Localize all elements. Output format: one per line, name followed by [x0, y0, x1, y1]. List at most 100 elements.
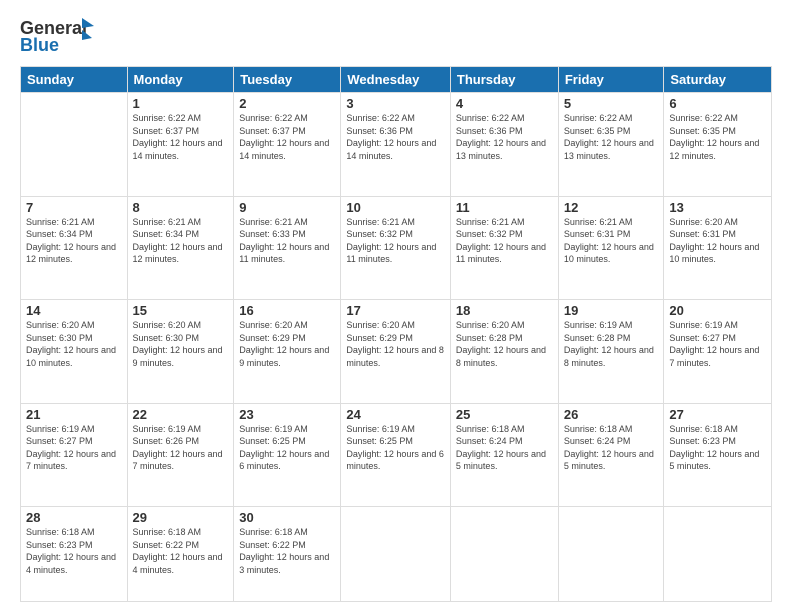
day-number: 28: [26, 510, 122, 525]
day-info: Sunrise: 6:18 AMSunset: 6:24 PMDaylight:…: [456, 423, 553, 473]
day-number: 18: [456, 303, 553, 318]
col-monday: Monday: [127, 67, 234, 93]
col-wednesday: Wednesday: [341, 67, 451, 93]
day-number: 12: [564, 200, 659, 215]
day-info: Sunrise: 6:22 AMSunset: 6:36 PMDaylight:…: [456, 112, 553, 162]
table-row: 8Sunrise: 6:21 AMSunset: 6:34 PMDaylight…: [127, 196, 234, 300]
table-row: 25Sunrise: 6:18 AMSunset: 6:24 PMDayligh…: [450, 403, 558, 507]
table-row: 5Sunrise: 6:22 AMSunset: 6:35 PMDaylight…: [558, 93, 664, 197]
day-info: Sunrise: 6:19 AMSunset: 6:27 PMDaylight:…: [669, 319, 766, 369]
table-row: 24Sunrise: 6:19 AMSunset: 6:25 PMDayligh…: [341, 403, 451, 507]
table-row: 28Sunrise: 6:18 AMSunset: 6:23 PMDayligh…: [21, 507, 128, 602]
table-row: 29Sunrise: 6:18 AMSunset: 6:22 PMDayligh…: [127, 507, 234, 602]
day-number: 27: [669, 407, 766, 422]
table-row: 2Sunrise: 6:22 AMSunset: 6:37 PMDaylight…: [234, 93, 341, 197]
week-row: 21Sunrise: 6:19 AMSunset: 6:27 PMDayligh…: [21, 403, 772, 507]
day-info: Sunrise: 6:20 AMSunset: 6:30 PMDaylight:…: [26, 319, 122, 369]
day-info: Sunrise: 6:20 AMSunset: 6:30 PMDaylight:…: [133, 319, 229, 369]
day-info: Sunrise: 6:22 AMSunset: 6:35 PMDaylight:…: [669, 112, 766, 162]
day-number: 4: [456, 96, 553, 111]
table-row: 16Sunrise: 6:20 AMSunset: 6:29 PMDayligh…: [234, 300, 341, 404]
day-number: 23: [239, 407, 335, 422]
day-info: Sunrise: 6:21 AMSunset: 6:34 PMDaylight:…: [133, 216, 229, 266]
week-row: 14Sunrise: 6:20 AMSunset: 6:30 PMDayligh…: [21, 300, 772, 404]
day-number: 29: [133, 510, 229, 525]
table-row: 21Sunrise: 6:19 AMSunset: 6:27 PMDayligh…: [21, 403, 128, 507]
day-number: 15: [133, 303, 229, 318]
day-number: 7: [26, 200, 122, 215]
table-row: [664, 507, 772, 602]
table-row: [450, 507, 558, 602]
week-row: 1Sunrise: 6:22 AMSunset: 6:37 PMDaylight…: [21, 93, 772, 197]
day-info: Sunrise: 6:22 AMSunset: 6:37 PMDaylight:…: [133, 112, 229, 162]
day-info: Sunrise: 6:18 AMSunset: 6:22 PMDaylight:…: [239, 526, 335, 576]
day-number: 8: [133, 200, 229, 215]
day-info: Sunrise: 6:20 AMSunset: 6:28 PMDaylight:…: [456, 319, 553, 369]
day-number: 17: [346, 303, 445, 318]
day-info: Sunrise: 6:18 AMSunset: 6:23 PMDaylight:…: [669, 423, 766, 473]
day-info: Sunrise: 6:22 AMSunset: 6:37 PMDaylight:…: [239, 112, 335, 162]
day-info: Sunrise: 6:19 AMSunset: 6:26 PMDaylight:…: [133, 423, 229, 473]
table-row: 15Sunrise: 6:20 AMSunset: 6:30 PMDayligh…: [127, 300, 234, 404]
day-number: 21: [26, 407, 122, 422]
table-row: 14Sunrise: 6:20 AMSunset: 6:30 PMDayligh…: [21, 300, 128, 404]
page: GeneralBlue Sunday Monday Tuesday Wednes…: [0, 0, 792, 612]
table-row: 20Sunrise: 6:19 AMSunset: 6:27 PMDayligh…: [664, 300, 772, 404]
table-row: 10Sunrise: 6:21 AMSunset: 6:32 PMDayligh…: [341, 196, 451, 300]
day-info: Sunrise: 6:22 AMSunset: 6:36 PMDaylight:…: [346, 112, 445, 162]
col-friday: Friday: [558, 67, 664, 93]
table-row: 1Sunrise: 6:22 AMSunset: 6:37 PMDaylight…: [127, 93, 234, 197]
day-number: 24: [346, 407, 445, 422]
table-row: 11Sunrise: 6:21 AMSunset: 6:32 PMDayligh…: [450, 196, 558, 300]
day-number: 9: [239, 200, 335, 215]
table-row: 30Sunrise: 6:18 AMSunset: 6:22 PMDayligh…: [234, 507, 341, 602]
day-number: 26: [564, 407, 659, 422]
day-info: Sunrise: 6:21 AMSunset: 6:33 PMDaylight:…: [239, 216, 335, 266]
day-info: Sunrise: 6:19 AMSunset: 6:28 PMDaylight:…: [564, 319, 659, 369]
table-row: 4Sunrise: 6:22 AMSunset: 6:36 PMDaylight…: [450, 93, 558, 197]
col-thursday: Thursday: [450, 67, 558, 93]
table-row: 3Sunrise: 6:22 AMSunset: 6:36 PMDaylight…: [341, 93, 451, 197]
table-row: 9Sunrise: 6:21 AMSunset: 6:33 PMDaylight…: [234, 196, 341, 300]
table-row: 26Sunrise: 6:18 AMSunset: 6:24 PMDayligh…: [558, 403, 664, 507]
day-number: 14: [26, 303, 122, 318]
logo: GeneralBlue: [20, 16, 100, 56]
day-info: Sunrise: 6:19 AMSunset: 6:27 PMDaylight:…: [26, 423, 122, 473]
col-saturday: Saturday: [664, 67, 772, 93]
day-number: 11: [456, 200, 553, 215]
table-row: 13Sunrise: 6:20 AMSunset: 6:31 PMDayligh…: [664, 196, 772, 300]
col-sunday: Sunday: [21, 67, 128, 93]
table-row: 18Sunrise: 6:20 AMSunset: 6:28 PMDayligh…: [450, 300, 558, 404]
day-info: Sunrise: 6:20 AMSunset: 6:29 PMDaylight:…: [239, 319, 335, 369]
day-number: 30: [239, 510, 335, 525]
day-number: 3: [346, 96, 445, 111]
day-info: Sunrise: 6:21 AMSunset: 6:34 PMDaylight:…: [26, 216, 122, 266]
day-number: 16: [239, 303, 335, 318]
day-number: 2: [239, 96, 335, 111]
day-number: 22: [133, 407, 229, 422]
table-row: 6Sunrise: 6:22 AMSunset: 6:35 PMDaylight…: [664, 93, 772, 197]
day-info: Sunrise: 6:20 AMSunset: 6:29 PMDaylight:…: [346, 319, 445, 369]
day-number: 20: [669, 303, 766, 318]
table-row: 23Sunrise: 6:19 AMSunset: 6:25 PMDayligh…: [234, 403, 341, 507]
day-number: 6: [669, 96, 766, 111]
table-row: [558, 507, 664, 602]
table-row: 22Sunrise: 6:19 AMSunset: 6:26 PMDayligh…: [127, 403, 234, 507]
header-row: Sunday Monday Tuesday Wednesday Thursday…: [21, 67, 772, 93]
day-number: 25: [456, 407, 553, 422]
week-row: 28Sunrise: 6:18 AMSunset: 6:23 PMDayligh…: [21, 507, 772, 602]
day-info: Sunrise: 6:19 AMSunset: 6:25 PMDaylight:…: [239, 423, 335, 473]
day-number: 1: [133, 96, 229, 111]
day-info: Sunrise: 6:22 AMSunset: 6:35 PMDaylight:…: [564, 112, 659, 162]
day-info: Sunrise: 6:19 AMSunset: 6:25 PMDaylight:…: [346, 423, 445, 473]
table-row: 27Sunrise: 6:18 AMSunset: 6:23 PMDayligh…: [664, 403, 772, 507]
day-number: 19: [564, 303, 659, 318]
day-info: Sunrise: 6:18 AMSunset: 6:22 PMDaylight:…: [133, 526, 229, 576]
day-number: 10: [346, 200, 445, 215]
table-row: [341, 507, 451, 602]
day-number: 13: [669, 200, 766, 215]
header: GeneralBlue: [20, 16, 772, 56]
day-info: Sunrise: 6:21 AMSunset: 6:31 PMDaylight:…: [564, 216, 659, 266]
day-info: Sunrise: 6:21 AMSunset: 6:32 PMDaylight:…: [456, 216, 553, 266]
table-row: 19Sunrise: 6:19 AMSunset: 6:28 PMDayligh…: [558, 300, 664, 404]
